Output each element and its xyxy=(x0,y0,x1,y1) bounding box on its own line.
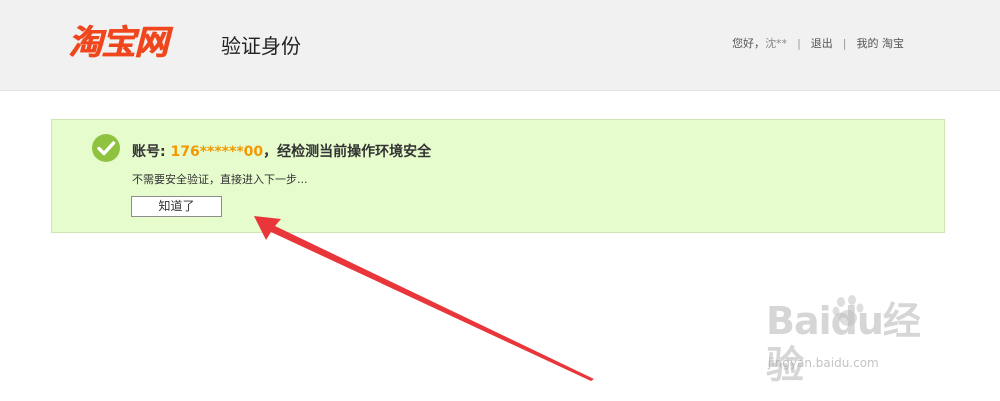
logout-link[interactable]: 退出 xyxy=(811,37,833,51)
account-label: 账号: xyxy=(132,144,171,160)
got-it-button[interactable]: 知道了 xyxy=(131,196,222,217)
username[interactable]: 沈** xyxy=(765,37,787,51)
baidu-watermark: Baidu经验 jingyan.baidu.com xyxy=(766,294,956,387)
account-number: 176******00 xyxy=(170,144,264,160)
greeting-text: 您好， xyxy=(732,37,766,50)
notice-title: 账号: 176******00，经检测当前操作环境安全 xyxy=(132,143,431,161)
paw-icon xyxy=(832,295,864,326)
user-nav: 您好， 沈** | 退出 | 我的 淘宝 xyxy=(732,37,904,51)
security-notice: 账号: 176******00，经检测当前操作环境安全 不需要安全验证，直接进入… xyxy=(51,119,945,233)
notice-subtitle: 不需要安全验证，直接进入下一步... xyxy=(132,173,308,186)
watermark-url: jingyan.baidu.com xyxy=(768,356,879,370)
header: 淘宝网 验证身份 您好， 沈** | 退出 | 我的 淘宝 xyxy=(0,0,1000,91)
nav-separator: | xyxy=(842,37,847,50)
check-circle-icon xyxy=(92,134,120,162)
notice-title-suffix: ，经检测当前操作环境安全 xyxy=(263,144,432,160)
page: 淘宝网 验证身份 您好， 沈** | 退出 | 我的 淘宝 账号: 176***… xyxy=(0,0,1000,401)
taobao-logo[interactable]: 淘宝网 xyxy=(68,20,168,66)
page-title: 验证身份 xyxy=(221,34,301,58)
nav-separator: | xyxy=(797,37,801,50)
my-taobao-link[interactable]: 我的 淘宝 xyxy=(857,37,905,51)
